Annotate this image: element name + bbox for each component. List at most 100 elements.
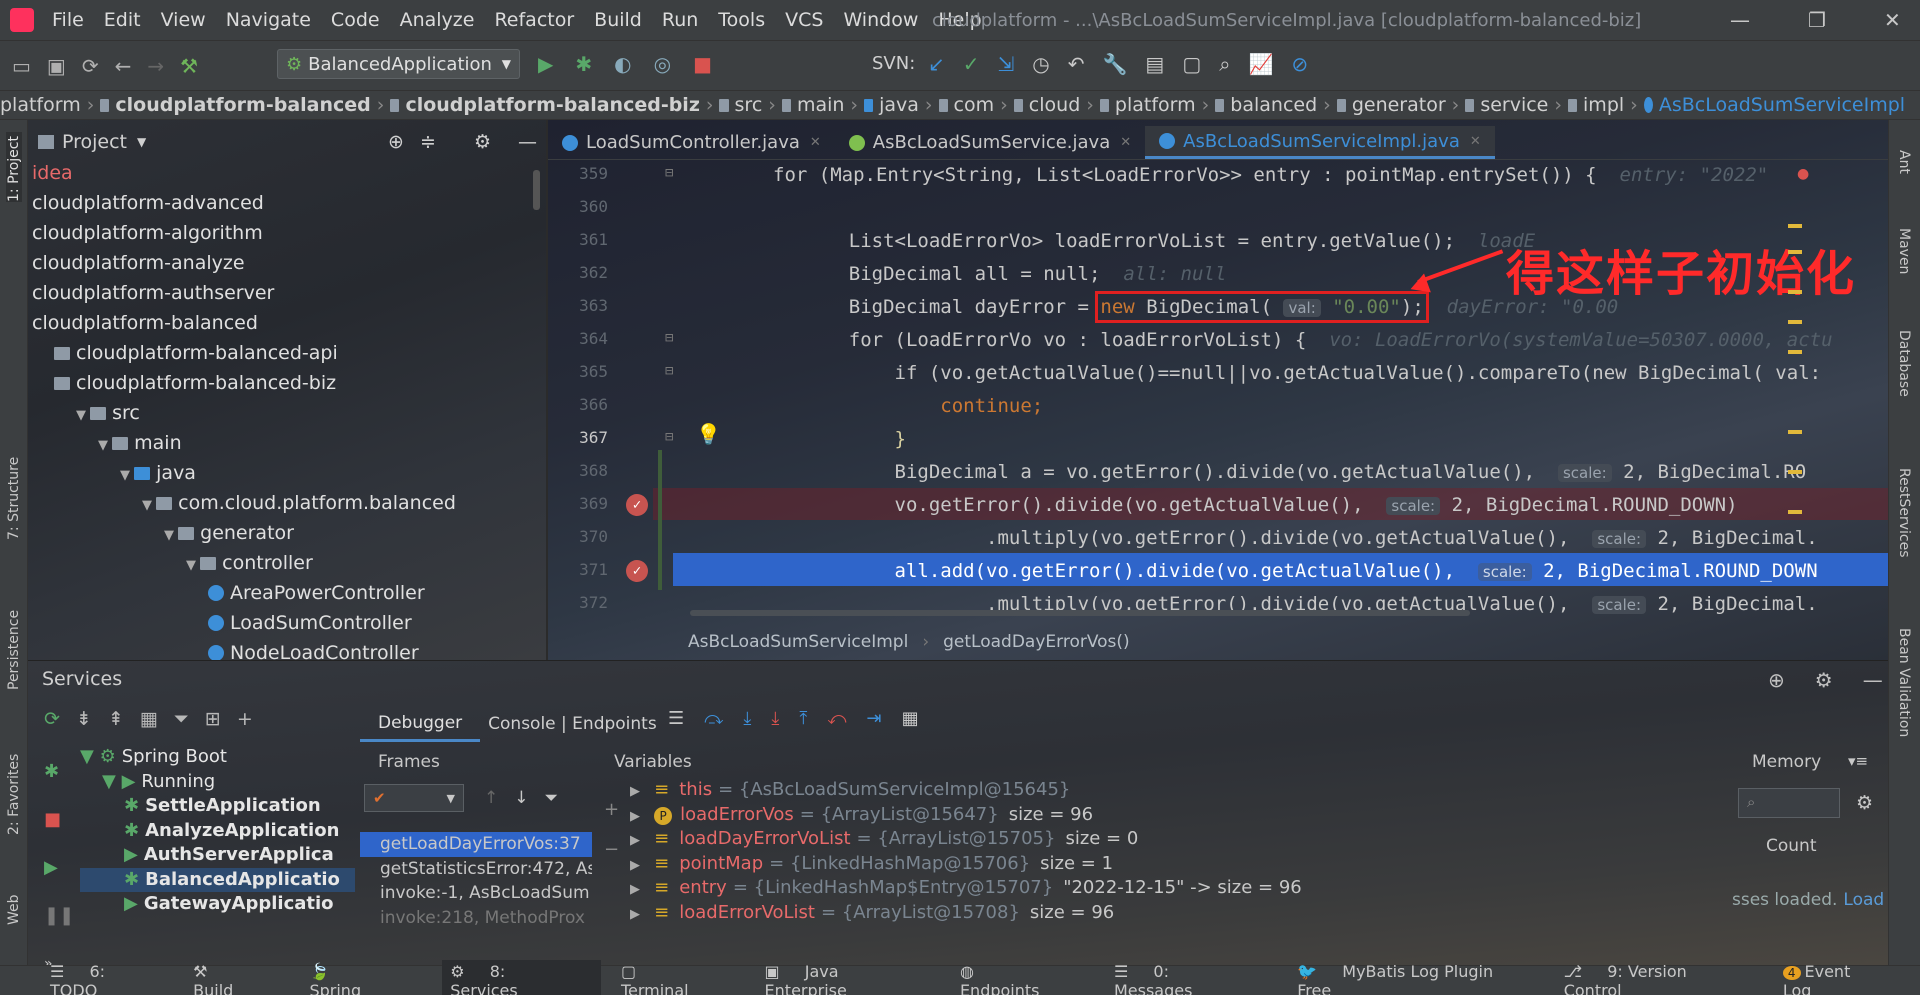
new-tab-icon[interactable]: ⊞ (205, 708, 221, 730)
search-icon[interactable]: ⌕ (1219, 52, 1230, 76)
code-line-362[interactable]: BigDecimal all = null; all: null (803, 263, 1227, 285)
variable-row[interactable]: ▶ ≡ loadDayErrorVoList = {ArrayList@15705}… (630, 827, 1710, 852)
back-icon[interactable]: ← (115, 54, 132, 78)
service-tree-item[interactable]: ▶ AuthServerApplica (80, 843, 355, 868)
service-tree-item[interactable]: ▶ GatewayApplicatio (80, 892, 355, 917)
event-log-tab[interactable]: 4 Event Log (1782, 962, 1900, 995)
crumb-13[interactable]: AsBcLoadSumServiceImpl (1659, 94, 1905, 116)
add-watch-icon[interactable]: + (604, 790, 619, 830)
messages-tab[interactable]: ☰ 0: Messages (1114, 962, 1267, 995)
tool-web[interactable]: Web (6, 885, 22, 925)
crumb-method[interactable]: getLoadDayErrorVos() (943, 632, 1130, 652)
gear-icon[interactable]: ⚙ (474, 131, 491, 153)
open-icon[interactable]: ▭ (12, 54, 31, 78)
crumb-4[interactable]: main (797, 94, 844, 116)
stop-icon[interactable]: ■ (44, 796, 66, 844)
code-line-359[interactable]: for (Map.Entry<String, List<LoadErrorVo>… (773, 164, 1768, 186)
minimize-panel-icon[interactable]: — (1863, 668, 1883, 692)
run-icon[interactable]: ▶ (538, 52, 553, 76)
profile-icon[interactable]: ◎ (654, 52, 671, 76)
project-title[interactable]: Project (62, 131, 127, 153)
crumb-10[interactable]: generator (1352, 94, 1446, 116)
menu-build[interactable]: Build (584, 9, 652, 31)
close-icon[interactable]: ✕ (1884, 8, 1901, 32)
coverage-icon[interactable]: ◐ (614, 52, 631, 76)
run-config-select[interactable]: ⚙ BalancedApplication ▼ (277, 49, 520, 79)
service-tree-item[interactable]: ✱ SettleApplication (80, 794, 355, 819)
crumb-0[interactable]: platform (0, 94, 81, 116)
expand-arrow-icon[interactable]: ▶ (630, 882, 644, 897)
breakpoint-icon[interactable]: ✓ (626, 494, 648, 516)
project-tree-item[interactable]: ▼ com.cloud.platform.balanced (32, 488, 542, 518)
project-scrollbar[interactable] (533, 170, 540, 210)
code-line-368[interactable]: BigDecimal a = vo.getError().divide(vo.g… (803, 461, 1807, 483)
expand-all-icon[interactable]: ⇟ (76, 708, 92, 730)
code-line-364[interactable]: for (LoadErrorVo vo : loadErrorVoList) {… (803, 329, 1833, 351)
crumb-11[interactable]: service (1480, 94, 1548, 116)
svn-update-icon[interactable]: ↙ (928, 52, 945, 76)
collapse-icon[interactable]: ≑ (420, 131, 436, 153)
pause-icon[interactable]: ❚❚ (44, 892, 74, 940)
expand-arrow-icon[interactable]: ▼ (164, 528, 178, 543)
crumb-3[interactable]: src (735, 94, 763, 116)
svn-merge-icon[interactable]: ⇲ (998, 52, 1015, 76)
minimize-panel-icon[interactable]: — (518, 131, 537, 153)
expand-arrow-icon[interactable]: ▶ (630, 907, 644, 922)
variable-row[interactable]: ▶ PloadErrorVos = {ArrayList@15647} size =… (630, 803, 1710, 828)
project-tree-item[interactable]: LoadSumController (32, 608, 542, 638)
project-tree-item[interactable]: cloudplatform-algorithm (32, 218, 542, 248)
close-icon[interactable]: ✕ (1470, 125, 1481, 158)
step-over-icon[interactable]: ⤼ (704, 708, 723, 729)
stack-frame[interactable]: invoke:-1, AsBcLoadSum (360, 881, 592, 906)
menu-file[interactable]: File (42, 9, 94, 31)
version-control-tab[interactable]: ⎇ 9: Version Control (1564, 962, 1763, 995)
todo-tab[interactable]: ☰ 6: TODO (50, 962, 173, 995)
error-indicator-icon[interactable]: ● (1797, 166, 1809, 182)
filter-icon[interactable]: ⏷ (174, 708, 189, 730)
menu-view[interactable]: View (151, 9, 216, 31)
menu-refactor[interactable]: Refactor (484, 9, 584, 31)
forward-icon[interactable]: → (147, 54, 164, 78)
tool-ant[interactable]: Ant (1896, 150, 1912, 174)
menu-analyze[interactable]: Analyze (390, 9, 485, 31)
fold-icon[interactable]: ⊟ (665, 165, 673, 181)
crumb-class[interactable]: AsBcLoadSumServiceImpl (688, 632, 908, 652)
code-line-363[interactable]: BigDecimal dayError = new BigDecimal( va… (803, 291, 1618, 323)
expand-arrow-icon[interactable]: ▼ (186, 558, 200, 573)
menu-tools[interactable]: Tools (708, 9, 775, 31)
code-line-365[interactable]: if (vo.getActualValue()==null||vo.getAct… (803, 362, 1822, 384)
code-line-361[interactable]: List<LoadErrorVo> loadErrorVoList = entr… (803, 230, 1535, 252)
activity-icon[interactable]: 📈 (1248, 52, 1273, 76)
tab-asbcloadsumservice[interactable]: AsBcLoadSumService.java ✕ (835, 126, 1145, 159)
crumb-7[interactable]: cloud (1029, 94, 1080, 116)
project-tree-item[interactable]: ▼ generator (32, 518, 542, 548)
stack-frame[interactable]: getLoadDayErrorVos:37 (360, 832, 592, 857)
thread-select[interactable]: ✔ ▼ (364, 784, 464, 812)
code-line-371[interactable]: all.add(vo.getError().divide(vo.getActua… (803, 560, 1818, 582)
menu-navigate[interactable]: Navigate (216, 9, 321, 31)
debug-icon[interactable]: ✱ (575, 52, 592, 76)
expand-arrow-icon[interactable]: ▼ (142, 498, 156, 513)
services-tab[interactable]: ⚙ 8: Services (442, 959, 601, 995)
project-tree-item[interactable]: cloudplatform-authserver (32, 278, 542, 308)
editor-scrollbar-h[interactable] (690, 610, 1470, 616)
crumb-2[interactable]: cloudplatform-balanced-biz (405, 94, 699, 116)
run-to-cursor-icon[interactable]: ⇥ (867, 708, 882, 729)
no-icon[interactable]: ⊘ (1291, 52, 1308, 76)
crumb-12[interactable]: impl (1583, 94, 1624, 116)
project-tree-item[interactable]: cloudplatform-balanced-biz (32, 368, 542, 398)
memory-search-input[interactable]: ⌕ (1738, 788, 1840, 818)
remove-watch-icon[interactable]: − (604, 830, 619, 870)
refresh-icon[interactable]: ⟳ (44, 708, 60, 730)
chevron-down-icon[interactable]: ▼ (137, 135, 146, 149)
drop-frame-icon[interactable]: ⤺ (827, 708, 846, 729)
revert-icon[interactable]: ↶ (1068, 52, 1085, 76)
expand-arrow-icon[interactable]: ▼ (76, 408, 90, 423)
close-icon[interactable]: ✕ (810, 126, 821, 159)
crumb-6[interactable]: com (954, 94, 995, 116)
step-into-icon[interactable]: ⤓ (743, 708, 751, 729)
crumb-9[interactable]: balanced (1230, 94, 1317, 116)
tool-database[interactable]: Database (1896, 330, 1912, 397)
variable-row[interactable]: ▶ ≡ loadErrorVoList = {ArrayList@15708} siz… (630, 901, 1710, 926)
down-icon[interactable]: ↓ (514, 788, 528, 808)
